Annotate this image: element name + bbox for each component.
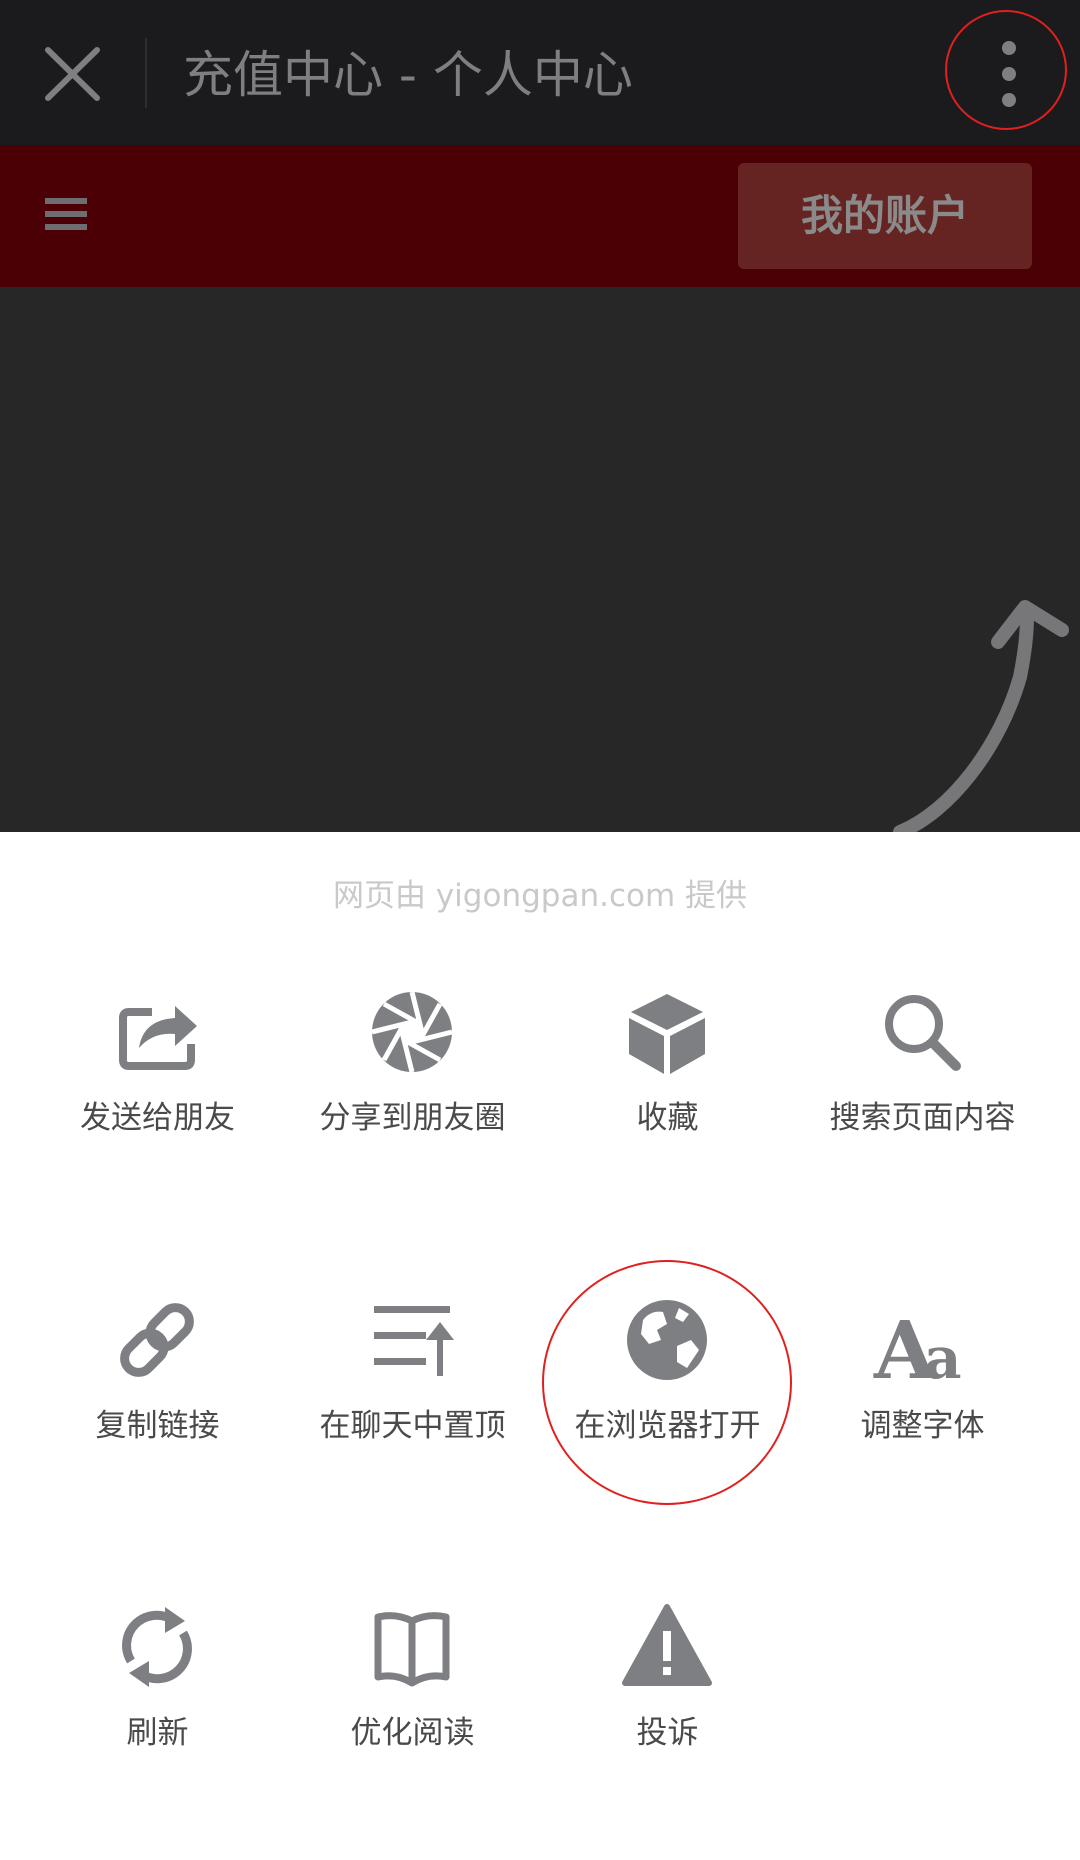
pin-to-top-icon [374,1306,454,1376]
close-button[interactable] [40,38,105,108]
page-title: 充值中心 - 个人中心 [183,46,633,104]
wechat-webview-screen: 充值中心 - 个人中心 我的账户 网页由 yigongpan.com 提供 发送… [0,0,1080,1860]
title-bar: 充值中心 - 个人中心 [0,0,1080,145]
action-label: 搜索页面内容 [829,1100,1016,1136]
font-size-icon: A a [873,1303,962,1390]
action-label: 收藏 [636,1100,699,1136]
action-label: 投诉 [636,1715,699,1751]
site-header: 我的账户 [0,145,1080,287]
action-pin-in-chat[interactable]: 在聊天中置顶 [285,1290,540,1530]
svg-text:a: a [924,1324,962,1390]
action-send-to-friend[interactable]: 发送给朋友 [30,982,285,1222]
action-optimize-reading[interactable]: 优化阅读 [285,1597,540,1837]
action-label: 在聊天中置顶 [319,1408,506,1444]
close-icon [45,47,100,101]
share-forward-icon [119,1006,197,1070]
action-refresh[interactable]: 刷新 [30,1597,285,1837]
more-vertical-icon [1002,41,1016,107]
action-label: 分享到朋友圈 [319,1100,506,1136]
favorite-cube-icon [629,994,705,1074]
action-share-moments[interactable]: 分享到朋友圈 [285,982,540,1222]
action-label: 复制链接 [95,1408,220,1444]
refresh-icon [122,1607,192,1687]
action-sheet: 网页由 yigongpan.com 提供 发送给朋友 分享到朋友圈 收藏 搜索页… [0,832,1080,1860]
search-icon [885,995,961,1071]
action-open-in-browser[interactable]: 在浏览器打开 [540,1290,795,1530]
action-favorite[interactable]: 收藏 [540,982,795,1222]
provider-note: 网页由 yigongpan.com 提供 [332,878,748,914]
moments-aperture-icon [371,991,453,1073]
action-copy-link[interactable]: 复制链接 [30,1290,285,1530]
action-label: 发送给朋友 [80,1100,235,1136]
action-label: 在浏览器打开 [574,1408,761,1444]
title-divider [145,38,147,108]
action-label: 调整字体 [860,1408,985,1444]
action-label: 优化阅读 [350,1715,475,1751]
action-adjust-font[interactable]: A a 调整字体 [795,1290,1050,1530]
dimmed-page-overlay[interactable] [0,287,1080,832]
link-icon [120,1303,194,1377]
action-label: 刷新 [126,1715,189,1751]
globe-icon [627,1300,707,1380]
warning-icon [622,1604,712,1686]
curved-arrow-icon [893,600,1069,832]
action-search-page[interactable]: 搜索页面内容 [795,982,1050,1222]
my-account-button[interactable]: 我的账户 [738,163,1032,269]
action-complain[interactable]: 投诉 [540,1597,795,1837]
reader-book-icon [374,1612,450,1687]
hamburger-menu-icon[interactable] [45,198,87,234]
more-options-button[interactable] [955,14,1063,122]
